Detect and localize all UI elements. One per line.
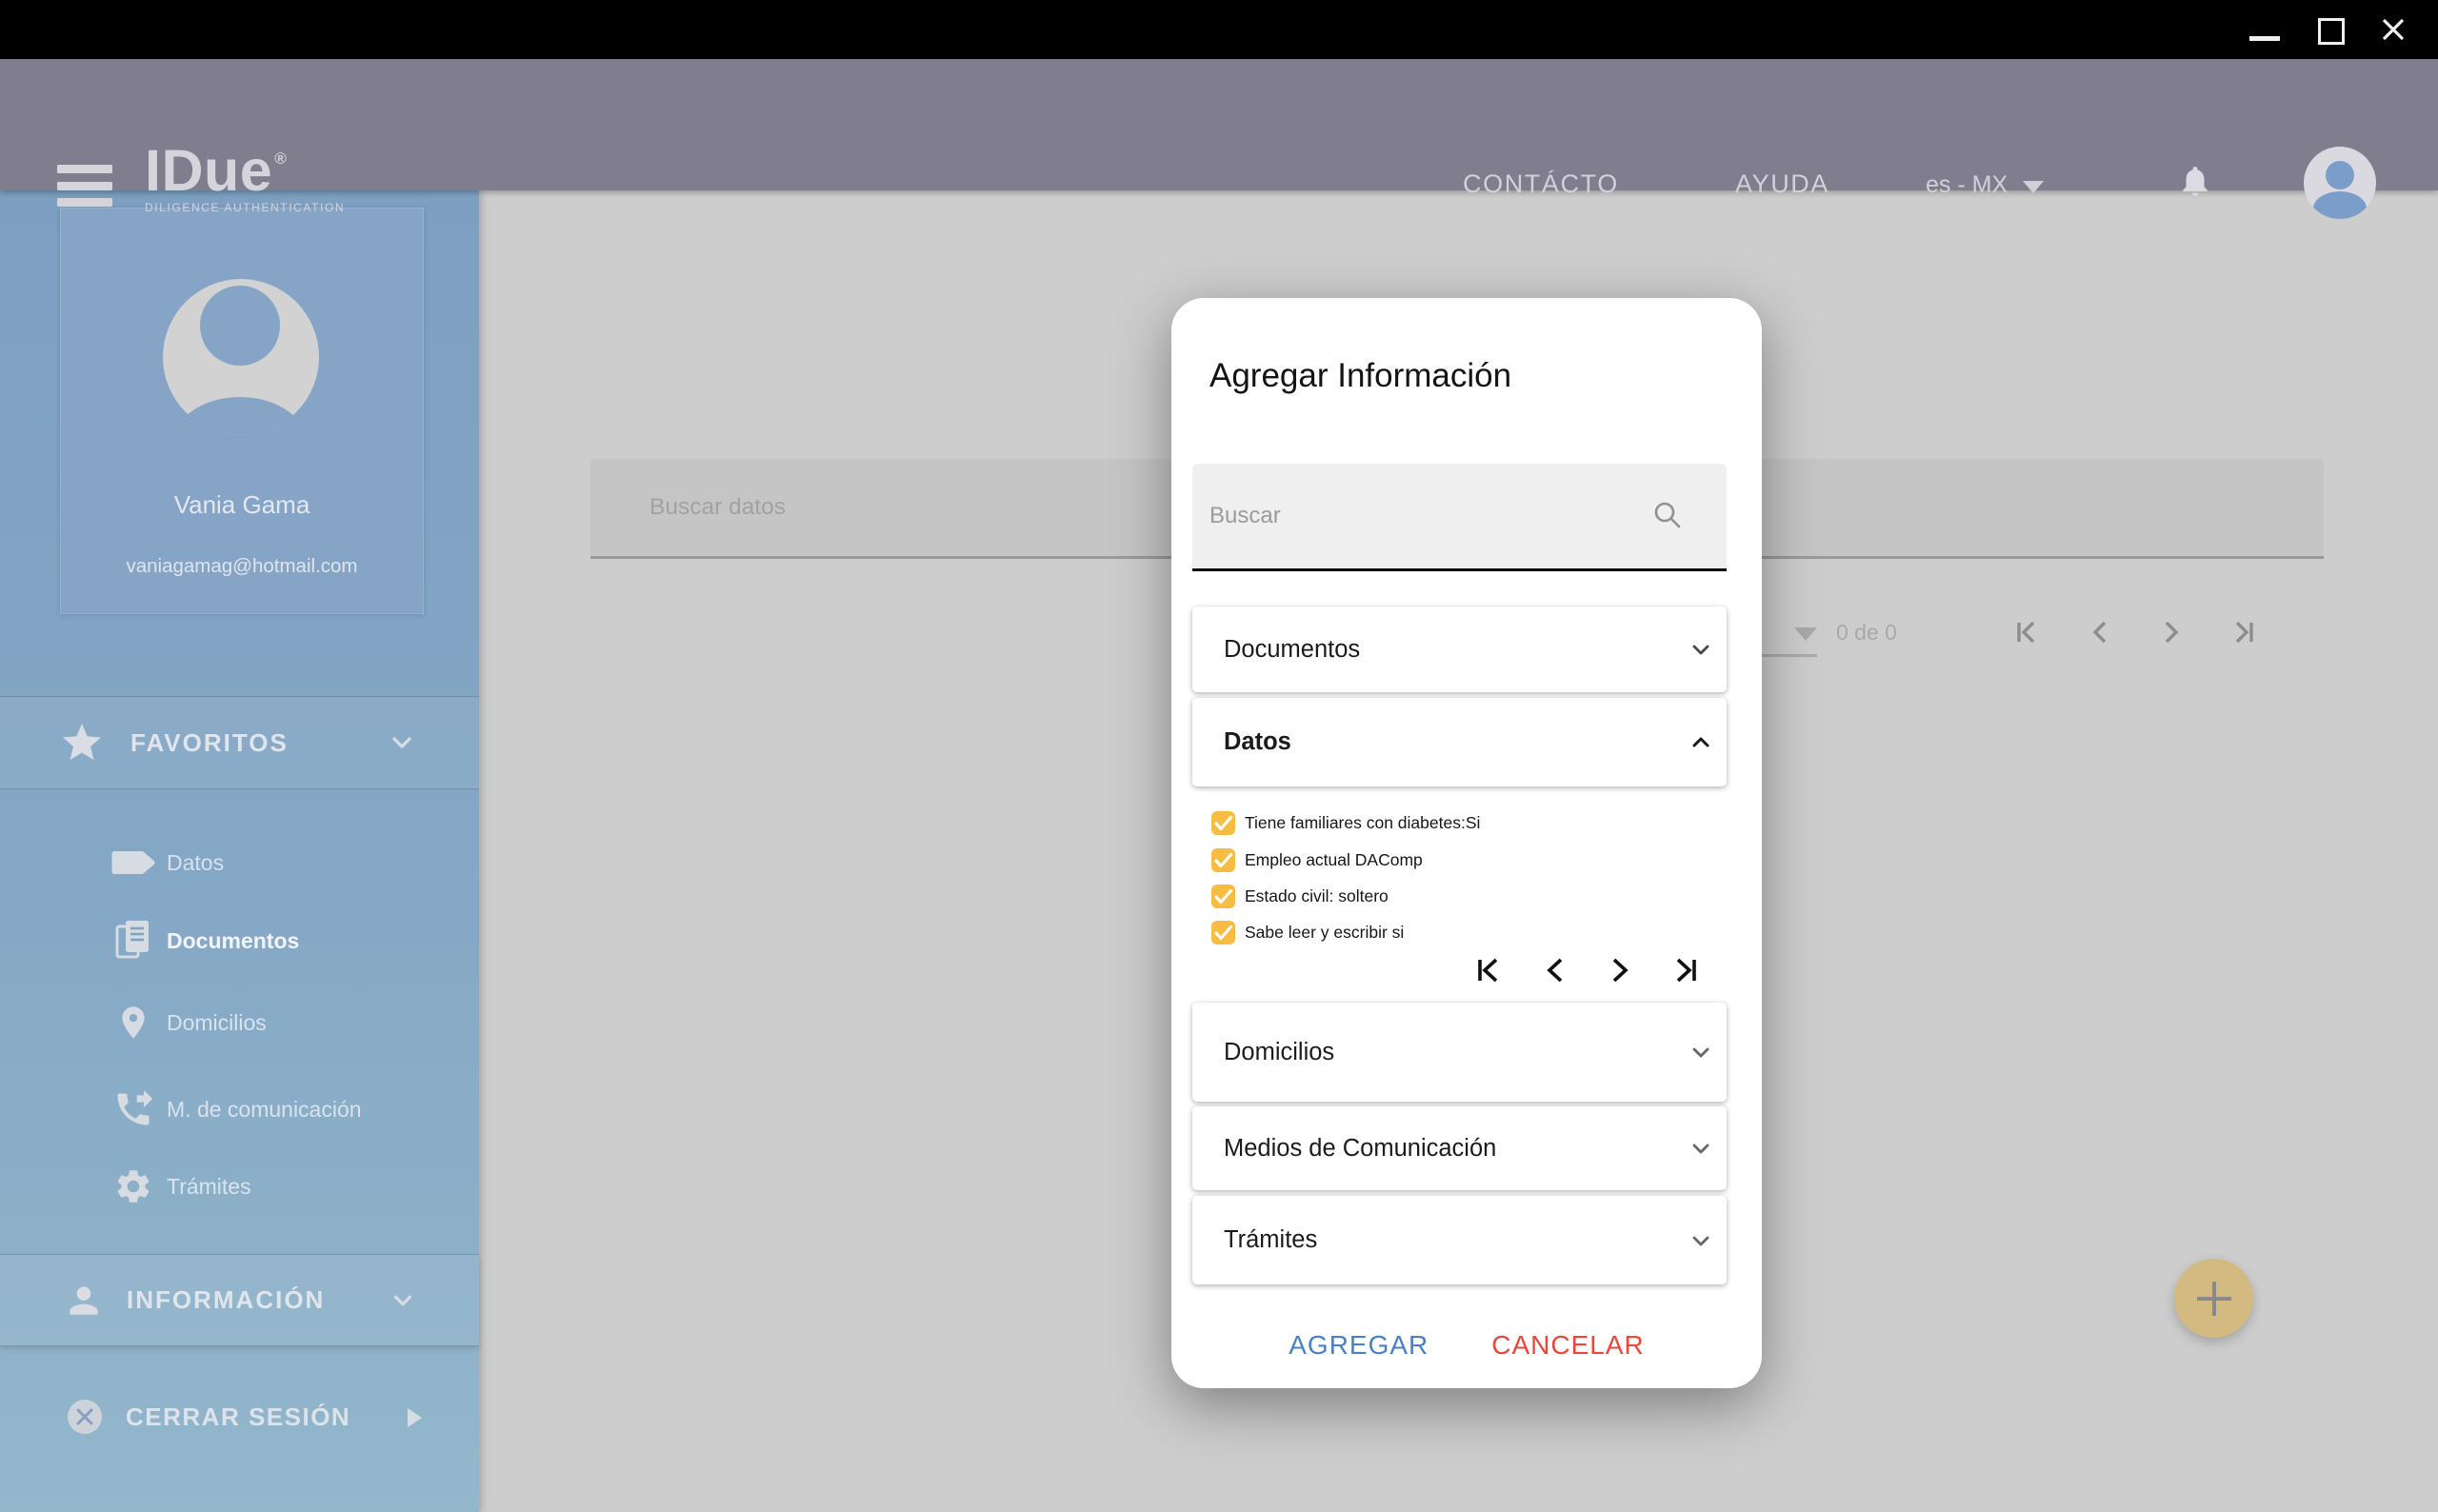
next-page-icon[interactable]	[2154, 616, 2187, 648]
sidebar-item-label: Domicilios	[167, 996, 267, 1049]
checkbox-label: Estado civil: soltero	[1245, 886, 1389, 906]
dialog-actions: AGREGAR CANCELAR	[1171, 1323, 1762, 1368]
section-datos[interactable]: Datos	[1192, 698, 1727, 786]
sidebar-informacion-label: INFORMACIÓN	[127, 1255, 325, 1345]
sidebar: Vania Gama vaniagamag@hotmail.com FAVORI…	[0, 190, 479, 1512]
previous-page-icon[interactable]	[2085, 616, 2117, 648]
brand-name: IDue®	[145, 129, 345, 200]
nav-contact-link[interactable]: CONTÁCTO	[1463, 164, 1619, 204]
window-titlebar	[0, 0, 2438, 59]
section-domicilios[interactable]: Domicilios	[1192, 1003, 1727, 1102]
gear-icon	[105, 1166, 162, 1206]
profile-card: Vania Gama vaniagamag@hotmail.com	[60, 208, 424, 614]
registered-mark: ®	[274, 149, 287, 168]
section-label: Domicilios	[1224, 1003, 1334, 1102]
sidebar-item-medios-comunicacion[interactable]: M. de comunicación	[0, 1083, 479, 1136]
checkbox-checked-icon[interactable]	[1211, 921, 1235, 945]
language-selector[interactable]: es - MX	[1926, 166, 2044, 204]
sidebar-item-datos[interactable]: Datos	[0, 836, 479, 889]
page-size-dropdown-icon[interactable]	[1794, 627, 1817, 641]
sidebar-section-informacion[interactable]: INFORMACIÓN	[0, 1254, 479, 1346]
checkbox-checked-icon[interactable]	[1211, 811, 1235, 835]
checkbox-checked-icon[interactable]	[1211, 848, 1235, 872]
chevron-down-icon	[2023, 181, 2044, 193]
next-page-icon[interactable]	[1600, 951, 1638, 989]
nav-help-link[interactable]: AYUDA	[1735, 164, 1829, 204]
close-circle-icon	[67, 1399, 103, 1435]
previous-page-icon[interactable]	[1537, 951, 1575, 989]
section-label: Medios de Comunicación	[1224, 1106, 1496, 1190]
location-pin-icon	[105, 1002, 162, 1044]
window-maximize-icon[interactable]	[2318, 18, 2345, 45]
dialog-search-bar[interactable]	[1192, 464, 1727, 571]
hamburger-menu-icon[interactable]	[57, 165, 112, 215]
chevron-down-icon	[1687, 635, 1715, 664]
chevron-down-icon	[1687, 1134, 1715, 1163]
last-page-icon[interactable]	[2228, 616, 2260, 648]
profile-name: Vania Gama	[61, 490, 423, 520]
chevron-up-icon	[1687, 728, 1715, 757]
chevron-down-icon	[1687, 1226, 1715, 1255]
arrow-right-icon	[404, 1406, 425, 1429]
sidebar-logout[interactable]: CERRAR SESIÓN	[0, 1388, 479, 1445]
section-label: Documentos	[1224, 607, 1360, 692]
checkbox-label: Empleo actual DAComp	[1245, 850, 1423, 870]
agregar-informacion-dialog: Agregar Información Documentos Datos	[1171, 298, 1762, 1388]
brand-tagline: DILIGENCE AUTHENTICATION	[145, 201, 345, 214]
notifications-bell-icon[interactable]	[2177, 162, 2213, 200]
sidebar-item-label: Datos	[167, 836, 224, 889]
add-fab-button[interactable]	[2174, 1259, 2253, 1338]
dialog-title: Agregar Información	[1209, 357, 1511, 395]
first-page-icon[interactable]	[1469, 951, 1508, 989]
chevron-down-icon	[1687, 1038, 1715, 1066]
app-window: IDue® DILIGENCE AUTHENTICATION CONTÁCTO …	[0, 0, 2438, 1512]
checkbox-label: Tiene familiares con diabetes:Si	[1245, 813, 1480, 833]
window-minimize-icon[interactable]	[2249, 36, 2280, 41]
sidebar-item-tramites[interactable]: Trámites	[0, 1160, 479, 1213]
documents-icon	[105, 918, 162, 964]
person-icon	[63, 1280, 105, 1322]
brand-logo: IDue® DILIGENCE AUTHENTICATION	[145, 129, 345, 214]
sidebar-logout-label: CERRAR SESIÓN	[126, 1388, 350, 1445]
agregar-button[interactable]: AGREGAR	[1289, 1330, 1429, 1361]
user-avatar[interactable]	[2303, 146, 2377, 220]
section-documentos[interactable]: Documentos	[1192, 607, 1727, 692]
checkbox-checked-icon[interactable]	[1211, 885, 1235, 908]
phone-icon	[105, 1088, 162, 1130]
sidebar-item-domicilios[interactable]: Domicilios	[0, 996, 479, 1049]
search-icon	[1650, 498, 1687, 534]
profile-email: vaniagamag@hotmail.com	[61, 555, 423, 578]
plus-icon	[2192, 1277, 2236, 1321]
pagination-count: 0 de 0	[1836, 620, 1935, 646]
tag-icon	[105, 850, 162, 876]
sidebar-item-documentos[interactable]: Documentos	[0, 914, 479, 967]
section-tramites[interactable]: Trámites	[1192, 1196, 1727, 1284]
cancelar-button[interactable]: CANCELAR	[1491, 1330, 1644, 1361]
last-page-icon[interactable]	[1667, 951, 1705, 989]
window-close-icon[interactable]	[2377, 13, 2409, 46]
sidebar-section-favoritos[interactable]: FAVORITOS	[0, 696, 479, 789]
language-value: es - MX	[1926, 171, 2008, 198]
app-header: IDue® DILIGENCE AUTHENTICATION CONTÁCTO …	[0, 59, 2438, 190]
section-medios-comunicacion[interactable]: Medios de Comunicación	[1192, 1106, 1727, 1190]
profile-avatar-icon	[163, 279, 319, 435]
section-label: Trámites	[1224, 1196, 1317, 1284]
sidebar-item-label: M. de comunicación	[167, 1083, 362, 1136]
checkbox-label: Sabe leer y escribir si	[1245, 923, 1404, 943]
chevron-down-icon	[387, 727, 417, 758]
sidebar-item-label: Trámites	[167, 1160, 251, 1213]
section-label: Datos	[1224, 698, 1291, 786]
chevron-down-icon	[389, 1286, 417, 1315]
sidebar-item-label: Documentos	[167, 914, 299, 967]
star-icon	[59, 720, 105, 766]
first-page-icon[interactable]	[2010, 616, 2043, 648]
sidebar-favoritos-label: FAVORITOS	[130, 697, 289, 788]
dialog-search-input[interactable]	[1192, 464, 1727, 568]
